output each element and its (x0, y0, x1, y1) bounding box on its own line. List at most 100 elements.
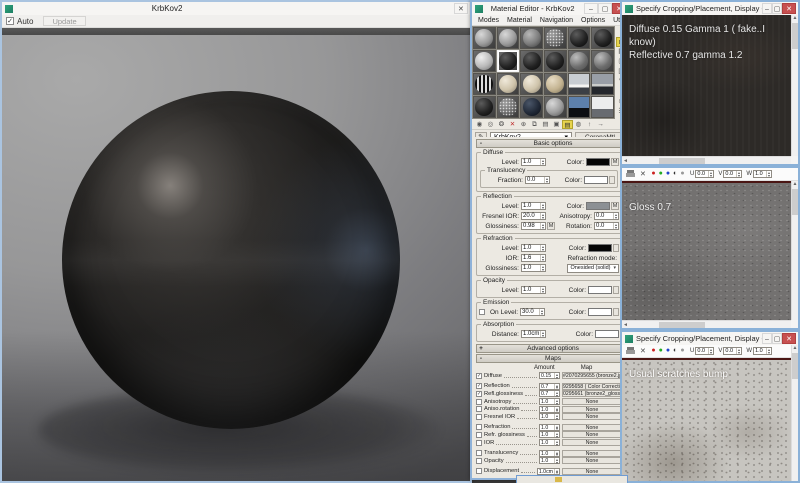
make-unique-icon[interactable]: ⧉ (529, 120, 540, 129)
delete-icon[interactable]: ✕ (640, 170, 646, 178)
map-button[interactable]: 0295661 (bronze2_gloss.jpg) (562, 390, 622, 397)
map-enable-checkbox[interactable] (476, 468, 482, 474)
scroll-left-icon[interactable]: ◄ (622, 322, 629, 328)
map-enable-checkbox[interactable] (476, 406, 482, 412)
map-amount-spinner[interactable]: 1.0 (539, 398, 560, 405)
blue-channel-icon[interactable]: ● (666, 347, 670, 355)
scroll-up-icon[interactable]: ▲ (792, 15, 798, 22)
map-enable-checkbox[interactable] (476, 450, 482, 456)
map-enable-checkbox[interactable]: ✓ (476, 373, 482, 379)
translucency-color-swatch[interactable] (584, 176, 608, 184)
map-button[interactable]: None (562, 431, 622, 438)
material-sample-slot-selected[interactable] (497, 50, 520, 72)
get-material-icon[interactable]: ◉ (474, 120, 485, 129)
w-spinner[interactable]: 1.0 (753, 170, 772, 178)
make-material-copy-icon[interactable]: ⊕ (518, 120, 529, 129)
print-icon[interactable] (626, 170, 636, 178)
render-window-titlebar[interactable]: KrbKov2 ✕ (2, 2, 470, 15)
close-icon[interactable]: ✕ (454, 3, 468, 14)
map-amount-spinner[interactable]: 1.0 (539, 413, 560, 420)
glossiness-map-button[interactable]: M (547, 222, 555, 230)
maximize-icon[interactable]: ▢ (772, 333, 782, 344)
emission-map-button[interactable] (613, 308, 619, 316)
refraction-glossiness-spinner[interactable]: 1.0 (521, 264, 546, 272)
material-sample-slot[interactable] (568, 73, 591, 95)
alpha-channel-icon[interactable]: ● (680, 347, 684, 355)
map-enable-checkbox[interactable] (476, 432, 482, 438)
refraction-mode-dropdown[interactable]: Onesided (solid)▾ (567, 264, 619, 273)
material-sample-slot[interactable] (473, 96, 496, 118)
opacity-map-button[interactable] (613, 286, 619, 294)
horizontal-scrollbar[interactable]: ◄ (622, 320, 791, 328)
texture-view[interactable]: Usual scratches bump (622, 358, 791, 481)
scroll-left-icon[interactable]: ◄ (622, 158, 629, 164)
map-button[interactable]: #2070295655 (bronze2.jpg) (562, 372, 622, 379)
map-enable-checkbox[interactable]: ✓ (476, 391, 482, 397)
w-spinner[interactable]: 1.0 (753, 347, 772, 355)
map-enable-checkbox[interactable]: ✓ (476, 383, 482, 389)
u-spinner[interactable]: 0.0 (695, 347, 714, 355)
fresnel-ior-spinner[interactable]: 20.0 (521, 212, 546, 220)
material-sample-slot[interactable] (591, 96, 614, 118)
refraction-color-swatch[interactable] (588, 244, 612, 252)
show-end-result-icon[interactable]: ◍ (573, 120, 584, 129)
auto-checkbox[interactable]: ✓ (6, 17, 14, 25)
red-channel-icon[interactable]: ● (651, 347, 655, 355)
material-sample-slot[interactable] (544, 73, 567, 95)
refraction-map-button[interactable] (613, 244, 619, 252)
texture-view[interactable]: Gloss 0.7 (622, 181, 791, 320)
material-sample-slot[interactable] (497, 27, 520, 49)
translucency-fraction-spinner[interactable]: 0.0 (525, 176, 550, 184)
close-icon[interactable]: ✕ (782, 3, 796, 14)
minimize-icon[interactable]: – (762, 3, 772, 14)
refraction-level-spinner[interactable]: 1.0 (521, 244, 546, 252)
blue-channel-icon[interactable]: ● (666, 170, 670, 178)
green-channel-icon[interactable]: ● (659, 170, 663, 178)
mono-channel-icon[interactable]: ◐ (673, 347, 677, 355)
crop-window-titlebar[interactable]: Specify Cropping/Placement, Display Ga..… (622, 332, 798, 345)
map-enable-checkbox[interactable] (476, 399, 482, 405)
horizontal-scrollbar[interactable]: ◄ (622, 156, 791, 164)
menu-options[interactable]: Options (577, 17, 609, 24)
material-sample-slot[interactable] (497, 73, 520, 95)
map-button[interactable]: None (562, 398, 622, 405)
mono-channel-icon[interactable]: ◐ (673, 170, 677, 178)
update-button[interactable]: Update (43, 16, 85, 26)
emission-color-swatch[interactable] (588, 308, 612, 316)
map-button[interactable]: None (562, 439, 622, 446)
v-spinner[interactable]: 0.0 (723, 347, 742, 355)
material-sample-slot[interactable] (473, 73, 496, 95)
diffuse-color-swatch[interactable] (586, 158, 610, 166)
menu-modes[interactable]: Modes (474, 17, 503, 24)
map-button[interactable]: None (562, 424, 622, 431)
material-sample-slot[interactable] (544, 27, 567, 49)
map-enable-checkbox[interactable] (476, 440, 482, 446)
map-enable-checkbox[interactable] (476, 458, 482, 464)
diffuse-level-spinner[interactable]: 1.0 (521, 158, 546, 166)
reflection-level-spinner[interactable]: 1.0 (521, 202, 546, 210)
map-amount-spinner[interactable]: 0.7 (539, 383, 560, 390)
absorption-distance-spinner[interactable]: 1.0cm (521, 330, 546, 338)
vertical-scrollbar[interactable]: ▲ (791, 345, 798, 481)
map-amount-spinner[interactable]: 1.0 (539, 450, 560, 457)
material-sample-slot[interactable] (591, 73, 614, 95)
put-material-to-scene-icon[interactable]: ◎ (485, 120, 496, 129)
map-amount-spinner[interactable]: 1.0 (539, 457, 560, 464)
map-button[interactable]: None (562, 457, 622, 464)
translucency-map-button[interactable] (609, 176, 615, 184)
map-amount-spinner[interactable]: 1.0 (539, 439, 560, 446)
rotation-spinner[interactable]: 0.0 (594, 222, 619, 230)
map-button[interactable]: 9295658 ( Color Correction ) (562, 383, 622, 390)
menu-material[interactable]: Material (503, 17, 536, 24)
go-forward-sibling-icon[interactable]: → (595, 120, 606, 129)
opacity-color-swatch[interactable] (588, 286, 612, 294)
diffuse-map-button[interactable]: M (611, 158, 619, 166)
go-to-parent-icon[interactable]: ↑ (584, 120, 595, 129)
opacity-level-spinner[interactable]: 1.0 (521, 286, 546, 294)
material-sample-slot[interactable] (591, 27, 614, 49)
material-sample-slot[interactable] (520, 96, 543, 118)
reflection-map-button[interactable]: M (611, 202, 619, 210)
rollout-advanced-options[interactable]: + Advanced options (476, 344, 622, 353)
reflection-color-swatch[interactable] (586, 202, 610, 210)
crop-window-titlebar[interactable]: Specify Cropping/Placement, Display Ga..… (622, 2, 798, 15)
